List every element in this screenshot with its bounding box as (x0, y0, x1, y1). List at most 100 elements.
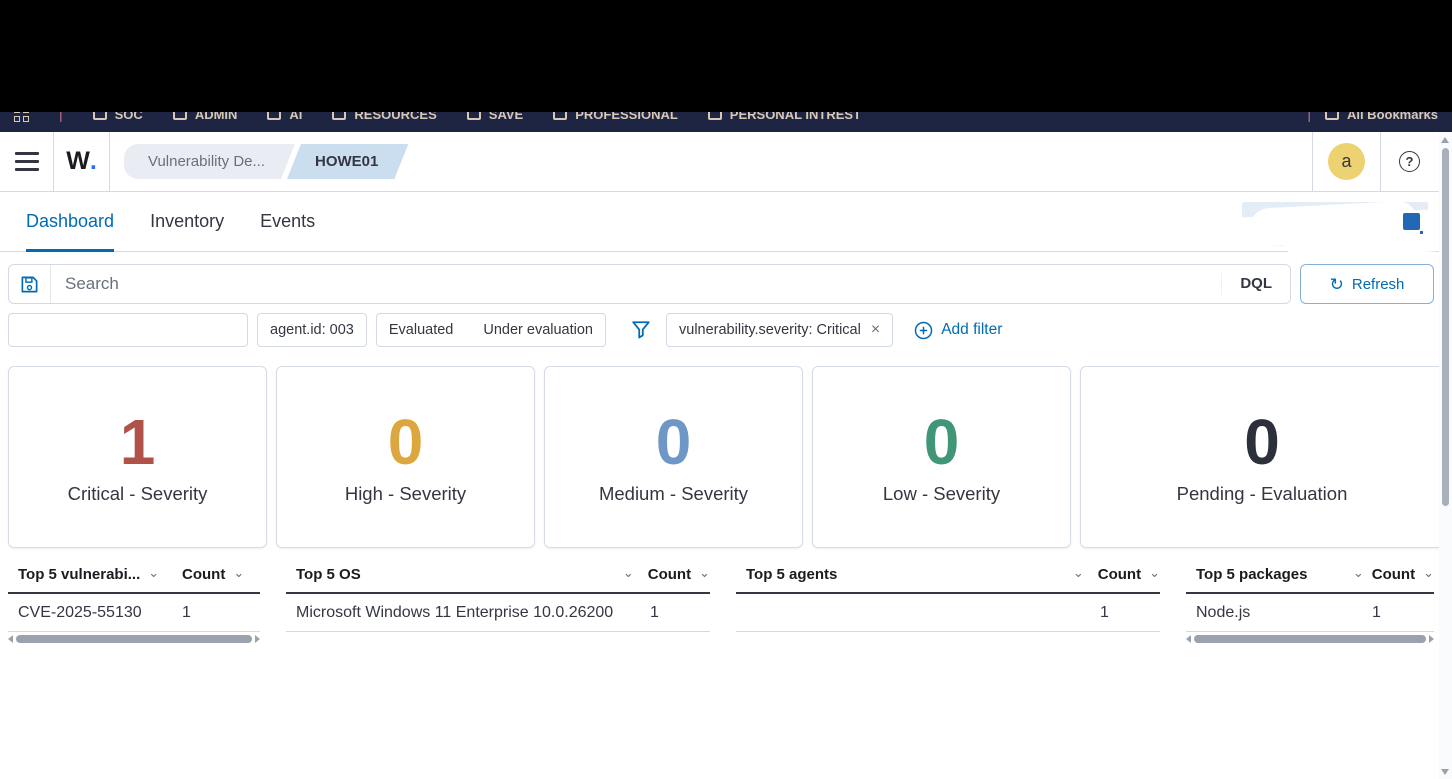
breadcrumb-agent-howe01[interactable]: HOWE01 (287, 144, 408, 179)
count-cell: 1 (182, 604, 260, 622)
scrollbar-thumb[interactable] (16, 635, 252, 643)
folder-icon (332, 112, 346, 120)
chevron-down-icon[interactable]: ⌄ (699, 565, 710, 581)
critical-count: 1 (120, 409, 156, 476)
table-top5-os: Top 5 OS ⌄ Count ⌄ Microsoft Windows 11 … (286, 566, 710, 644)
avatar[interactable]: a (1328, 143, 1365, 180)
column-header-count[interactable]: Count ⌄ (1364, 566, 1434, 583)
card-low-severity: 0 Low - Severity (812, 366, 1071, 548)
chevron-down-icon[interactable]: ⌄ (1149, 565, 1160, 581)
low-label: Low - Severity (883, 483, 1000, 505)
column-header-count[interactable]: Count ⌄ (634, 566, 710, 583)
scroll-right-arrow-icon[interactable] (255, 635, 260, 643)
chevron-down-icon[interactable]: ⌄ (1073, 566, 1084, 581)
filter-pill-severity-critical[interactable]: vulnerability.severity: Critical × (666, 313, 893, 347)
column-header-count[interactable]: Count ⌄ (1084, 566, 1160, 583)
card-medium-severity: 0 Medium - Severity (544, 366, 803, 548)
dql-language-button[interactable]: DQL (1221, 273, 1290, 296)
package-cell: Node.js (1196, 604, 1364, 622)
chevron-down-icon[interactable]: ⌄ (623, 566, 634, 581)
scroll-left-arrow-icon[interactable] (8, 635, 13, 643)
chevron-down-icon[interactable]: ⌄ (148, 566, 159, 581)
column-title: Top 5 packages (1196, 566, 1307, 583)
app-header: W. Vulnerability De... HOWE01 a ? (0, 132, 1452, 192)
evaluated-option[interactable]: Evaluated (389, 322, 454, 338)
medium-label: Medium - Severity (599, 483, 748, 505)
medium-count: 0 (656, 409, 692, 476)
help-icon[interactable]: ? (1399, 151, 1420, 172)
bookmark-item[interactable]: AI (267, 112, 302, 122)
horizontal-scrollbar[interactable] (8, 634, 260, 644)
column-header-agents[interactable]: Top 5 agents ⌄ (746, 566, 1084, 583)
bookmarks-separator: | (59, 112, 63, 122)
all-bookmarks-button[interactable]: All Bookmarks (1325, 112, 1438, 122)
bookmark-item[interactable]: RESOURCES (332, 112, 436, 122)
bookmark-label: RESOURCES (354, 112, 436, 122)
pending-label: Pending - Evaluation (1177, 483, 1348, 505)
under-evaluation-option[interactable]: Under evaluation (483, 322, 593, 338)
bookmark-label: ADMIN (195, 112, 238, 122)
folder-icon (1325, 112, 1339, 120)
column-title: Count (1372, 566, 1415, 583)
apps-grid-icon[interactable] (14, 112, 29, 122)
bookmark-item[interactable]: PROFESSIONAL (553, 112, 678, 122)
high-label: High - Severity (345, 483, 466, 505)
folder-icon (467, 112, 481, 120)
all-bookmarks-label: All Bookmarks (1347, 112, 1438, 122)
scrollbar-thumb[interactable] (1194, 635, 1426, 643)
bookmark-label: PROFESSIONAL (575, 112, 678, 122)
low-count: 0 (924, 409, 960, 476)
horizontal-scrollbar[interactable] (1186, 634, 1434, 644)
remove-filter-icon[interactable]: × (871, 321, 880, 339)
breadcrumb-vulnerability-detection[interactable]: Vulnerability De... (124, 144, 295, 179)
save-query-icon[interactable] (9, 265, 51, 303)
scrollbar-thumb[interactable] (1442, 148, 1449, 506)
table-row: CVE-2025-55130 1 (8, 594, 260, 632)
tab-inventory[interactable]: Inventory (150, 192, 224, 251)
chevron-down-icon[interactable]: ⌄ (1353, 566, 1364, 581)
filter-pill-redacted[interactable] (8, 313, 248, 347)
filter-pill-agent-id[interactable]: agent.id: 003 (257, 313, 367, 347)
tabs-bar: Dashboard Inventory Events (0, 192, 1452, 252)
bookmark-item[interactable]: SOC (93, 112, 143, 122)
add-filter-button[interactable]: Add filter (914, 321, 1002, 340)
bookmark-item[interactable]: PERSONAL INTREST (708, 112, 861, 122)
tab-dashboard[interactable]: Dashboard (26, 192, 114, 251)
chevron-down-icon[interactable]: ⌄ (1423, 565, 1434, 581)
wazuh-logo[interactable]: W. (54, 132, 110, 191)
tab-events[interactable]: Events (260, 192, 315, 251)
column-title: Count (182, 566, 225, 583)
scroll-up-arrow-icon[interactable] (1441, 137, 1449, 143)
bookmark-item[interactable]: SAVE (467, 112, 523, 122)
refresh-label: Refresh (1352, 276, 1405, 293)
critical-label: Critical - Severity (68, 483, 208, 505)
filter-pill-evaluation-group[interactable]: Evaluated Under evaluation (376, 313, 606, 347)
count-cell: 1 (1364, 604, 1434, 622)
scroll-right-arrow-icon[interactable] (1429, 635, 1434, 643)
search-input[interactable] (51, 274, 1221, 294)
filters-row: agent.id: 003 Evaluated Under evaluation… (8, 313, 1444, 347)
high-count: 0 (388, 409, 424, 476)
refresh-icon: ↻ (1330, 276, 1344, 293)
column-header-count[interactable]: Count ⌄ (182, 566, 260, 583)
redacted-date-picker[interactable] (1242, 202, 1428, 246)
scroll-left-arrow-icon[interactable] (1186, 635, 1191, 643)
chevron-down-icon[interactable]: ⌄ (233, 565, 244, 581)
card-high-severity: 0 High - Severity (276, 366, 535, 548)
vertical-scrollbar[interactable] (1439, 132, 1452, 779)
scroll-down-arrow-icon[interactable] (1441, 769, 1449, 775)
column-header-packages[interactable]: Top 5 packages ⌄ (1196, 566, 1364, 583)
vulnerability-cell: CVE-2025-55130 (18, 604, 182, 622)
bookmark-item[interactable]: ADMIN (173, 112, 238, 122)
refresh-button[interactable]: ↻ Refresh (1300, 264, 1434, 304)
folder-icon (173, 112, 187, 120)
severity-cards-row: 1 Critical - Severity 0 High - Severity … (8, 366, 1444, 548)
column-title: Top 5 agents (746, 566, 837, 583)
filter-funnel-icon[interactable] (631, 320, 651, 340)
column-header-vulnerabilities[interactable]: Top 5 vulnerabi... ⌄ (18, 566, 182, 583)
column-title: Count (648, 566, 691, 583)
severity-pill-label: vulnerability.severity: Critical (679, 322, 861, 338)
menu-hamburger-button[interactable] (0, 132, 54, 191)
folder-icon (708, 112, 722, 120)
column-header-os[interactable]: Top 5 OS ⌄ (296, 566, 634, 583)
